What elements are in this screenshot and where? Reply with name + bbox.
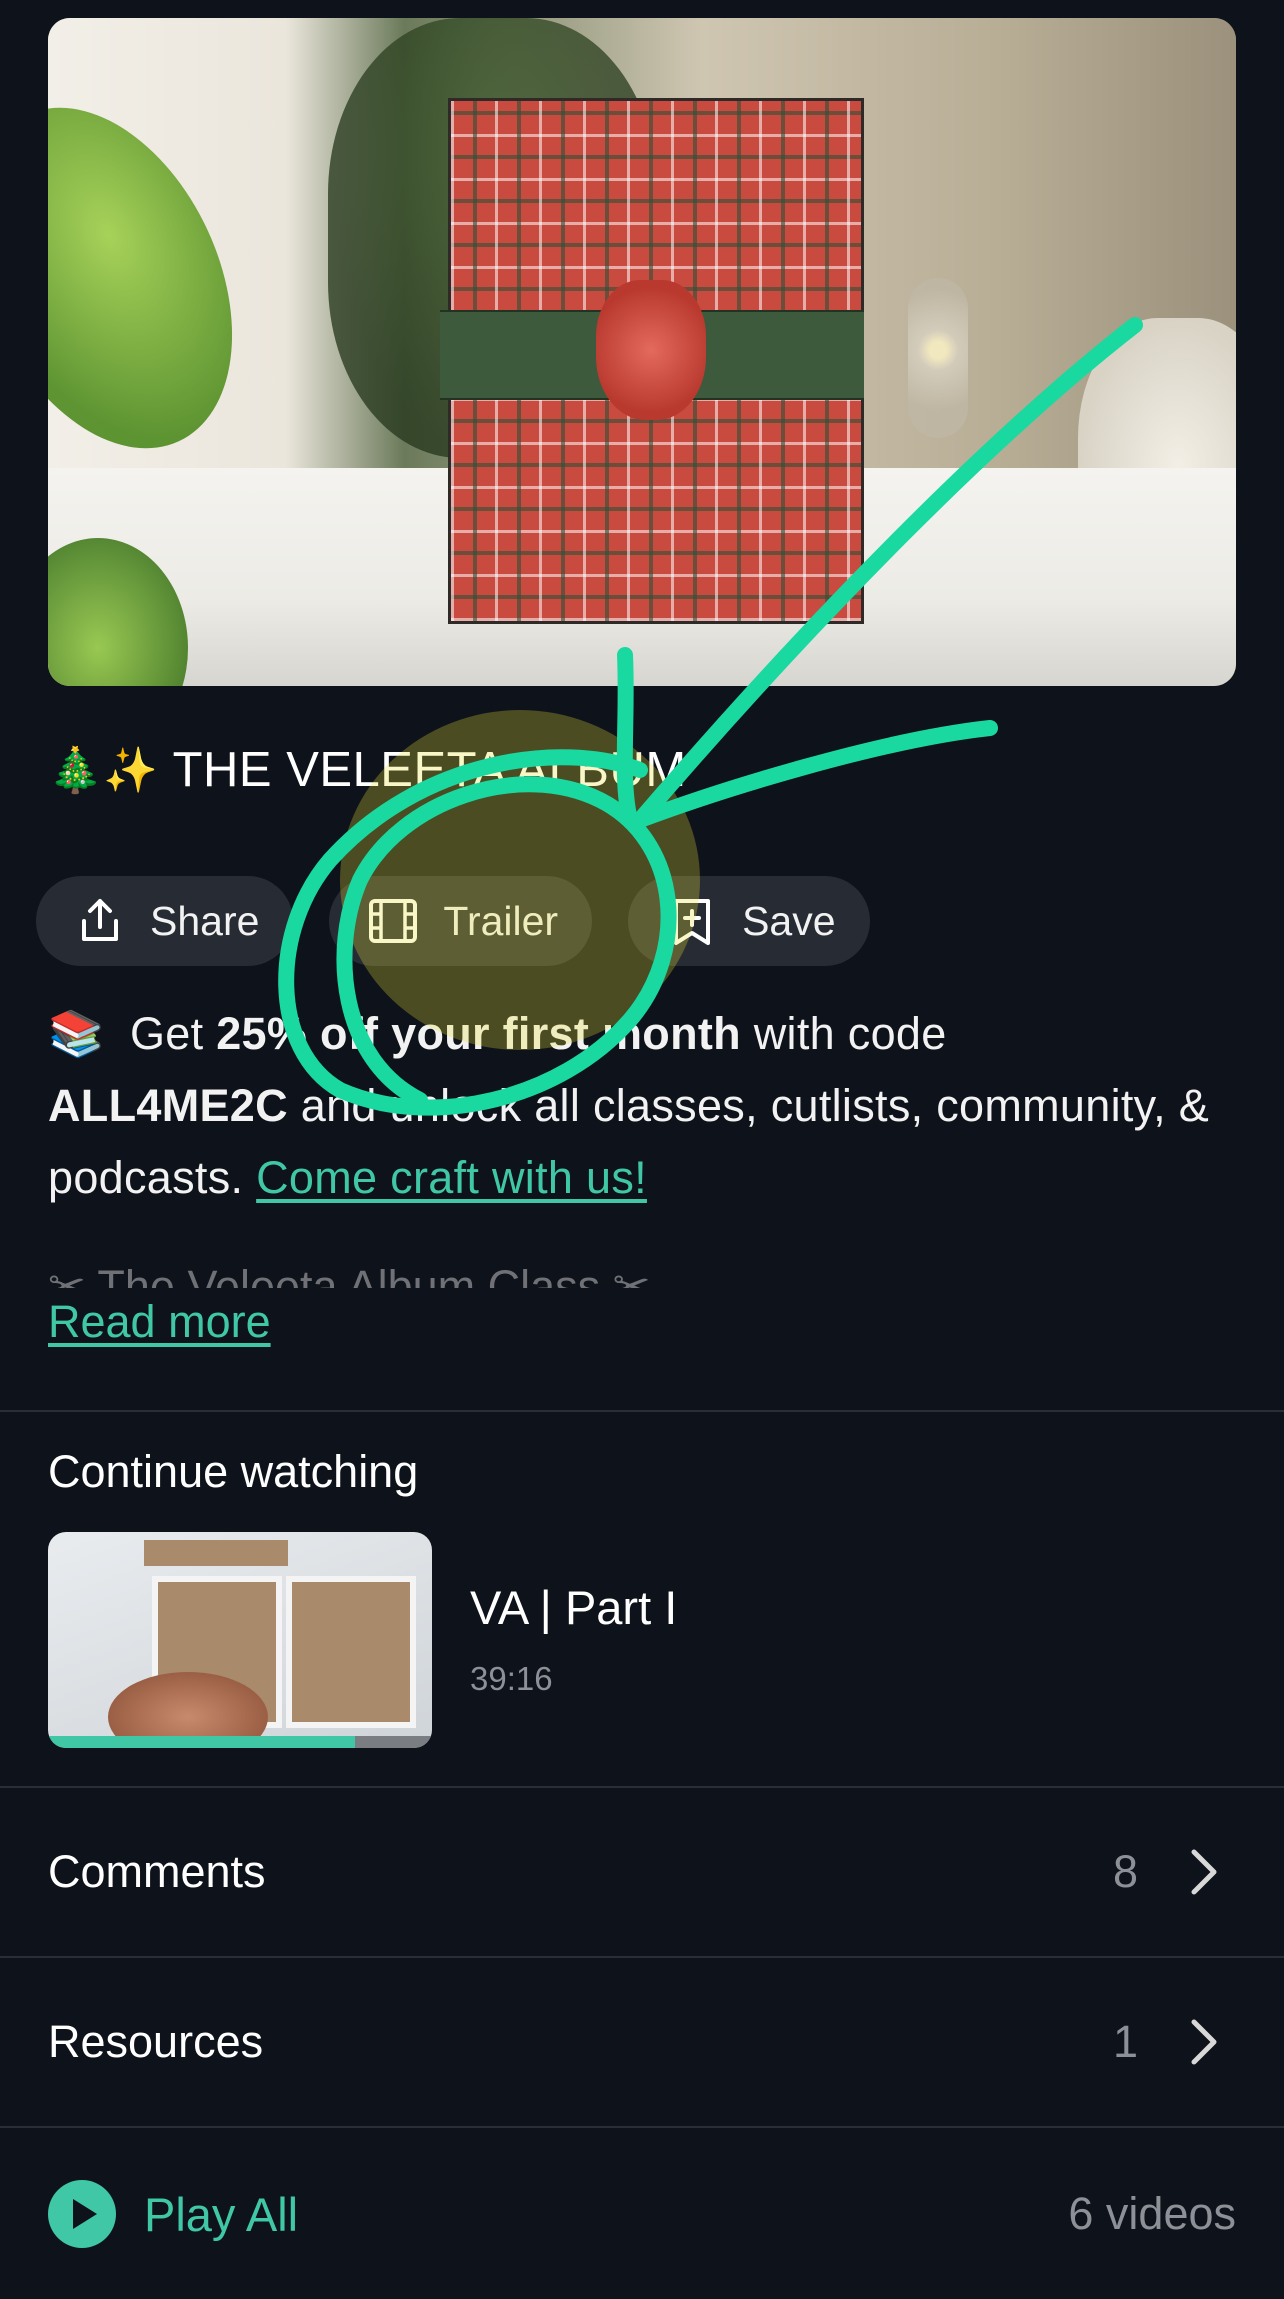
watch-progress-fill bbox=[48, 1736, 356, 1748]
share-label: Share bbox=[150, 897, 260, 944]
continue-watching-heading: Continue watching bbox=[48, 1446, 419, 1497]
film-icon bbox=[369, 899, 418, 943]
promo-text-1: Get bbox=[129, 1008, 204, 1059]
promo-code: ALL4ME2C bbox=[48, 1080, 288, 1131]
resources-row[interactable]: Resources 1 bbox=[0, 1958, 1284, 2126]
resources-label: Resources bbox=[48, 2016, 264, 2067]
share-icon bbox=[82, 899, 118, 941]
comments-count: 8 bbox=[1112, 1846, 1138, 1897]
promo-text-2: with code bbox=[753, 1008, 947, 1059]
chevron-right-icon bbox=[1191, 1849, 1217, 1895]
books-emoji: 📚 bbox=[48, 1008, 105, 1059]
episode-duration: 39:16 bbox=[470, 1660, 553, 1697]
trailer-button[interactable]: Trailer bbox=[329, 876, 593, 966]
action-bar: Share Trailer Save bbox=[36, 876, 870, 966]
craft-link[interactable]: Come craft with us! bbox=[256, 1152, 647, 1203]
play-all-label: Play All bbox=[144, 2187, 299, 2241]
play-all-button[interactable]: Play All bbox=[48, 2180, 298, 2248]
episode-thumbnail[interactable] bbox=[48, 1532, 432, 1748]
chevron-right-icon bbox=[1191, 2019, 1217, 2065]
kraft-card-right bbox=[286, 1576, 416, 1728]
tree-sparkle-emoji: 🎄✨ bbox=[48, 746, 159, 795]
play-icon bbox=[48, 2180, 116, 2248]
save-button[interactable]: Save bbox=[628, 876, 870, 966]
description-preview: ✂ The Veleeta Album Class ✂ bbox=[48, 1261, 651, 1288]
comments-row[interactable]: Comments 8 bbox=[0, 1788, 1284, 1956]
watch-progress-bar bbox=[48, 1736, 432, 1748]
resources-count: 1 bbox=[1112, 2016, 1138, 2067]
episode-title[interactable]: VA | Part I bbox=[470, 1580, 677, 1635]
save-label: Save bbox=[742, 897, 836, 944]
trailer-label: Trailer bbox=[443, 897, 559, 944]
class-title-text: THE VELEETA ALBUM bbox=[172, 743, 687, 797]
candle-light bbox=[908, 278, 968, 438]
promo-bold-offer: 25% off your first month bbox=[216, 1008, 741, 1059]
red-bow bbox=[596, 280, 706, 420]
share-button[interactable]: Share bbox=[36, 876, 294, 966]
video-count: 6 videos bbox=[1068, 2188, 1236, 2239]
read-more-link[interactable]: Read more bbox=[48, 1296, 271, 1348]
divider bbox=[0, 2126, 1284, 2128]
divider bbox=[0, 1410, 1284, 1412]
class-title: 🎄✨ THE VELEETA ALBUM bbox=[48, 740, 687, 800]
bookmark-add-icon bbox=[674, 899, 711, 945]
description-text: 📚 Get 25% off your first month with code… bbox=[48, 998, 1238, 1214]
comments-label: Comments bbox=[48, 1846, 266, 1897]
hero-image[interactable] bbox=[48, 18, 1236, 686]
paper-strip bbox=[144, 1540, 288, 1566]
